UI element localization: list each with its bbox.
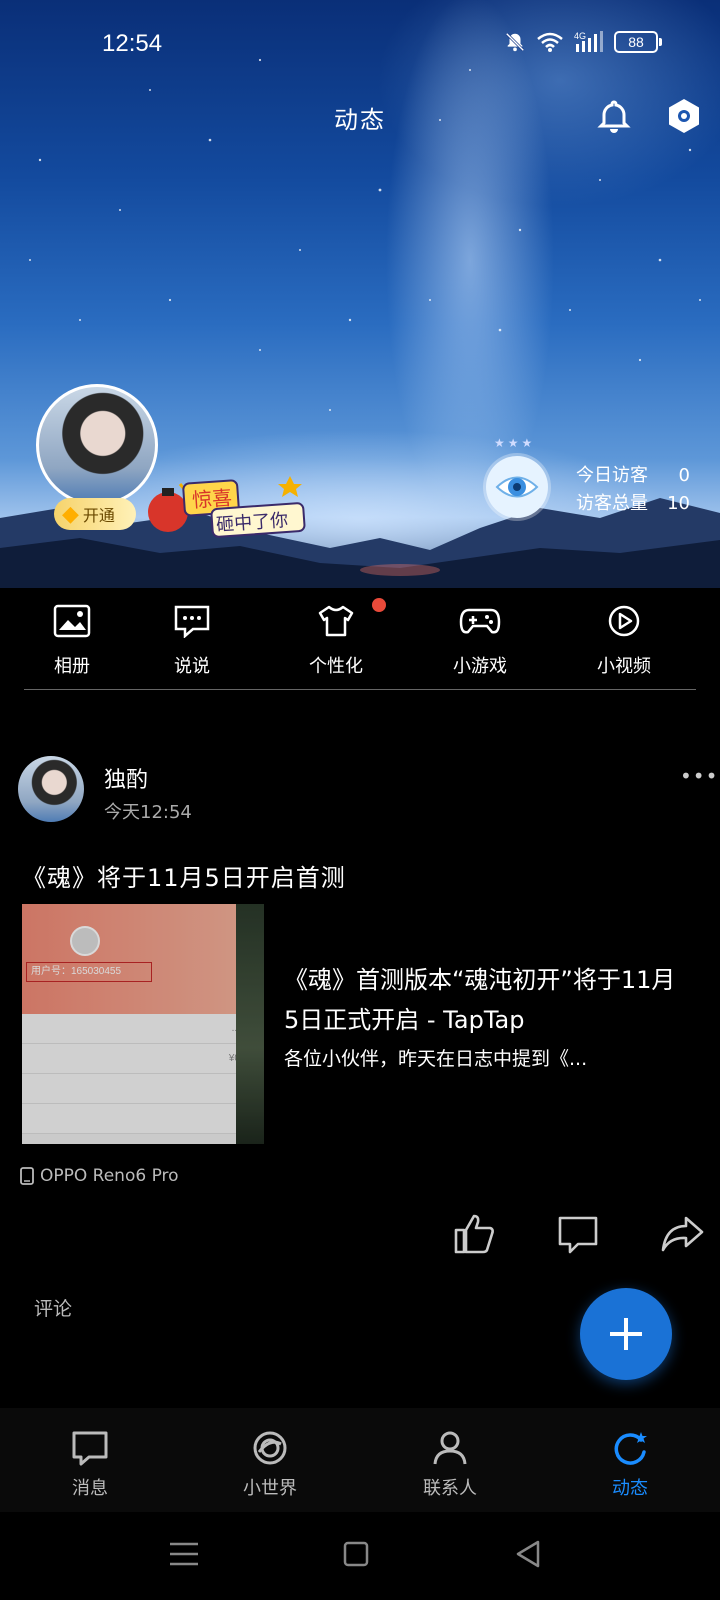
- total-visitors-value: 10: [667, 493, 690, 514]
- notification-dot: [372, 598, 386, 612]
- nav-feed-label: 动态: [612, 1478, 648, 1499]
- vip-open-badge[interactable]: ◆ 开通: [54, 498, 136, 530]
- like-thumb-icon[interactable]: [452, 1212, 496, 1256]
- nav-messages-label: 消息: [72, 1478, 108, 1499]
- today-visitors-row: 今日访客 0: [576, 462, 690, 490]
- feature-personalize-label: 个性化: [309, 656, 363, 677]
- phone-icon: [20, 1167, 34, 1185]
- bottom-nav: 消息 小世界 联系人 动态: [0, 1408, 720, 1512]
- mute-bell-icon: [505, 32, 525, 52]
- play-video-icon: [608, 605, 640, 637]
- link-description: 各位小伙伴，昨天在日志中提到《...: [284, 1048, 588, 1070]
- nav-feed[interactable]: 动态: [540, 1408, 720, 1512]
- diamond-icon: ◆: [62, 501, 79, 527]
- link-thumbnail: 用户号：165030455 ... ¥0: [22, 904, 264, 1144]
- post-author-name[interactable]: 独酌: [104, 762, 148, 794]
- share-icon[interactable]: [660, 1212, 704, 1256]
- more-options-icon[interactable]: •••: [680, 764, 718, 788]
- feature-shortvideo-label: 小视频: [597, 656, 651, 677]
- link-title: 《魂》首测版本“魂沌初开”将于11月5日正式开启 - TapTap: [284, 966, 676, 1034]
- wifi-icon: [537, 32, 563, 52]
- nav-contacts[interactable]: 联系人: [360, 1408, 540, 1512]
- status-time: 12:54: [102, 30, 163, 57]
- new-post-button[interactable]: [580, 1288, 672, 1380]
- status-icons: 4G 88: [504, 30, 662, 54]
- post-timestamp: 今天12:54: [104, 802, 192, 823]
- device-source: OPPO Reno6 Pro: [20, 1166, 179, 1186]
- feature-row: 相册 说说 个性化 小游戏 小视频: [24, 596, 696, 690]
- home-square-icon[interactable]: [336, 1534, 376, 1574]
- gamepad-icon: [459, 608, 501, 634]
- battery-indicator: 88: [614, 31, 662, 53]
- chat-bubble-icon: [174, 605, 210, 638]
- nav-small-world[interactable]: 小世界: [180, 1408, 360, 1512]
- post-author-avatar[interactable]: [18, 756, 84, 822]
- refresh-star-icon: [614, 1432, 647, 1465]
- menu-icon[interactable]: [164, 1534, 204, 1574]
- visitor-stats[interactable]: 今日访客 0 访客总量 10: [576, 462, 690, 518]
- vip-open-label: 开通: [82, 506, 115, 525]
- message-icon: [72, 1431, 108, 1466]
- feature-shuoshuo[interactable]: 说说: [120, 596, 264, 689]
- feature-shortvideo[interactable]: 小视频: [552, 596, 696, 689]
- status-bar: 12:54 4G 88: [0, 0, 720, 90]
- shared-link-card[interactable]: 用户号：165030455 ... ¥0 《魂》首测版本“魂沌初开”将于11月5…: [22, 904, 702, 1144]
- today-visitors-value: 0: [678, 465, 690, 486]
- svg-text:4G: 4G: [574, 31, 586, 41]
- notification-bell-icon[interactable]: [594, 96, 634, 136]
- device-name: OPPO Reno6 Pro: [40, 1166, 179, 1186]
- back-triangle-icon[interactable]: [508, 1534, 548, 1574]
- photo-album-icon: [53, 604, 91, 638]
- feature-shuoshuo-label: 说说: [174, 656, 210, 677]
- settings-hexagon-icon[interactable]: [664, 96, 704, 136]
- comment-input[interactable]: 评论: [34, 1294, 72, 1321]
- nav-contacts-label: 联系人: [423, 1478, 477, 1499]
- total-visitors-row: 访客总量 10: [576, 490, 690, 518]
- plus-icon: [610, 1318, 642, 1350]
- feature-album-label: 相册: [54, 656, 90, 677]
- cellular-4g-icon: 4G: [574, 31, 603, 52]
- feature-album[interactable]: 相册: [24, 596, 120, 689]
- feature-personalize[interactable]: 个性化: [264, 596, 408, 689]
- eye-stars-decoration: ★★★: [494, 436, 536, 450]
- feature-minigames[interactable]: 小游戏: [408, 596, 552, 689]
- nav-small-world-label: 小世界: [243, 1478, 297, 1499]
- eye-icon: [495, 476, 539, 498]
- person-icon: [433, 1431, 467, 1465]
- post-text: 《魂》将于11月5日开启首测: [22, 864, 346, 892]
- feature-minigames-label: 小游戏: [453, 656, 507, 677]
- battery-level: 88: [614, 31, 658, 53]
- visitor-eye-button[interactable]: [486, 456, 548, 518]
- tshirt-icon: [318, 605, 354, 637]
- today-visitors-label: 今日访客: [576, 465, 648, 486]
- nav-messages[interactable]: 消息: [0, 1408, 180, 1512]
- comment-icon[interactable]: [556, 1212, 600, 1256]
- planet-icon: [253, 1431, 287, 1465]
- promo-banner[interactable]: 惊喜 砸中了你: [140, 474, 310, 538]
- total-visitors-label: 访客总量: [576, 493, 648, 514]
